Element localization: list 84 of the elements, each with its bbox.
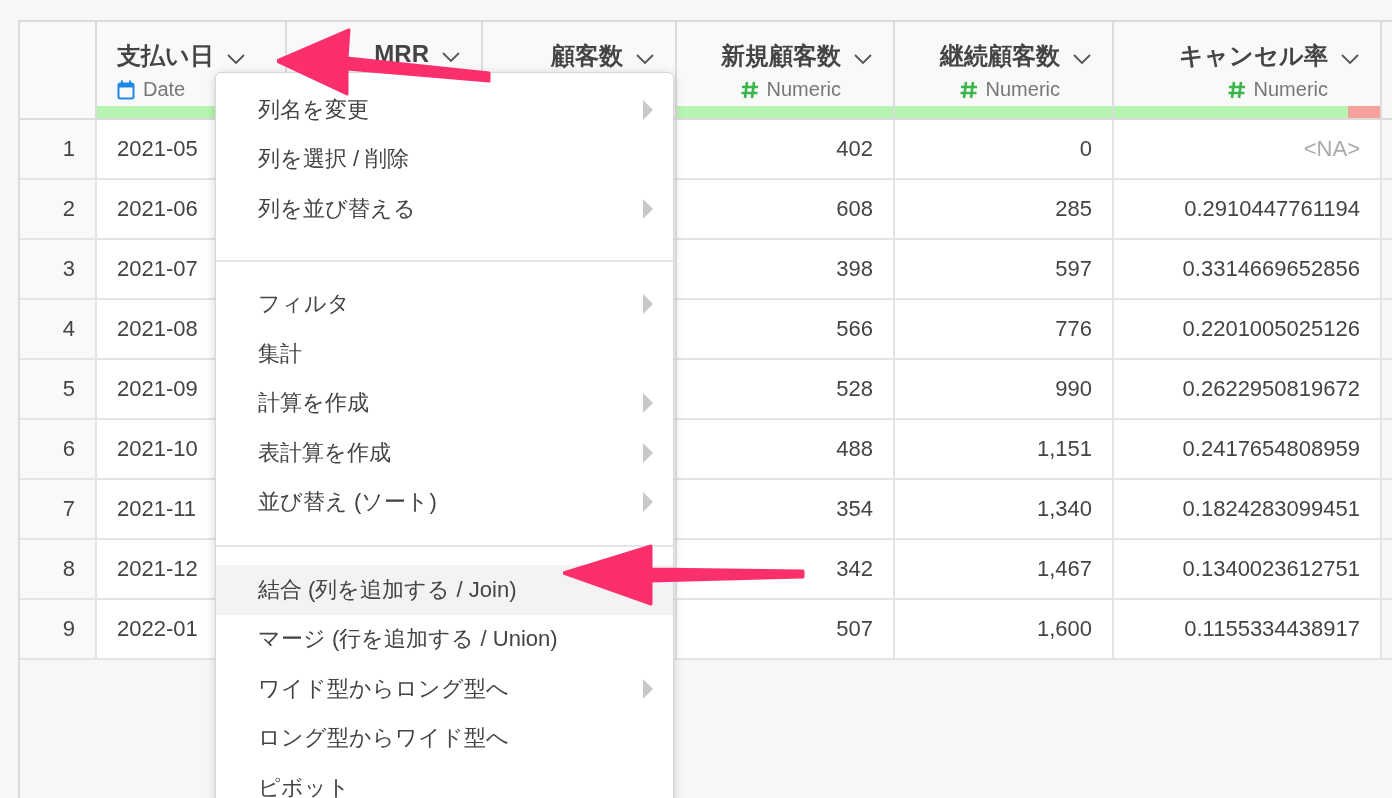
menu-item[interactable]: フィルタ <box>216 279 673 329</box>
table-cell: 2021-10 <box>117 436 198 462</box>
table-cell: 1,600 <box>1036 616 1092 642</box>
menu-item[interactable]: 列名を変更 <box>216 85 673 135</box>
table-cell: 0.1824283099451 <box>1182 496 1360 522</box>
hash-icon <box>740 80 759 99</box>
column-header: キャンセル率 <box>1179 41 1328 71</box>
submenu-arrow-icon <box>643 678 653 699</box>
table-cell: 2021-09 <box>117 376 198 402</box>
row-number: 6 <box>62 436 75 462</box>
row-number: 9 <box>62 616 75 642</box>
table-cell: 566 <box>836 316 873 342</box>
table-cell: 0.2622950819672 <box>1182 376 1360 402</box>
table-cell: 0.3314669652856 <box>1182 256 1360 282</box>
column-header: 新規顧客数 <box>721 41 841 71</box>
table-cell: 597 <box>1055 256 1092 282</box>
menu-item[interactable]: 集計 <box>216 329 673 379</box>
row-number: 1 <box>62 136 75 162</box>
column-header: 支払い日 <box>117 41 214 71</box>
column-type: Numeric <box>1253 78 1328 101</box>
calendar-icon <box>117 79 135 100</box>
menu-item[interactable]: 表計算を作成 <box>216 428 673 478</box>
menu-item[interactable]: ロング型からワイド型へ <box>216 713 673 763</box>
table-cell: 342 <box>836 556 873 582</box>
chevron-down-icon[interactable] <box>1072 53 1092 65</box>
table-cell: 2021-12 <box>117 556 198 582</box>
column-type: Numeric <box>985 78 1060 101</box>
column-header: 継続顧客数 <box>940 41 1060 71</box>
table-cell: 2022-01 <box>117 616 198 642</box>
table-cell: 402 <box>836 136 873 162</box>
column-type: Numeric <box>766 78 841 101</box>
table-cell: 1,151 <box>1036 436 1092 462</box>
table-cell: 1,467 <box>1036 556 1092 582</box>
chevron-down-icon[interactable] <box>226 53 246 65</box>
table-cell: 0 <box>1079 136 1092 162</box>
row-number: 4 <box>62 316 75 342</box>
chevron-down-icon[interactable] <box>853 53 873 65</box>
hash-icon <box>1227 80 1246 99</box>
menu-item[interactable]: ワイド型からロング型へ <box>216 664 673 714</box>
table-cell: 488 <box>836 436 873 462</box>
table-cell: <NA> <box>1303 136 1360 162</box>
table-cell: 0.2201005025126 <box>1182 316 1360 342</box>
menu-item[interactable]: 並び替え (ソート) <box>216 477 673 527</box>
menu-item[interactable]: マージ (行を追加する / Union) <box>216 614 673 664</box>
row-number: 5 <box>62 376 75 402</box>
hash-icon <box>959 80 978 99</box>
table-cell: 2021-11 <box>117 496 197 522</box>
table-cell: 0.1340023612751 <box>1182 556 1360 582</box>
menu-item[interactable]: 列を選択 / 削除 <box>216 134 673 184</box>
table-cell: 608 <box>836 196 873 222</box>
submenu-arrow-icon <box>643 99 653 120</box>
table-cell: 2021-07 <box>117 256 198 282</box>
table-cell: 990 <box>1055 376 1092 402</box>
table-cell: 2021-06 <box>117 196 198 222</box>
table-cell: 1,340 <box>1036 496 1092 522</box>
chevron-down-icon[interactable] <box>441 51 461 63</box>
row-number: 7 <box>62 496 75 522</box>
submenu-arrow-icon <box>643 492 653 513</box>
menu-item[interactable]: 計算を作成 <box>216 378 673 428</box>
table-cell: 0.2417654808959 <box>1182 436 1360 462</box>
submenu-arrow-icon <box>643 294 653 315</box>
submenu-arrow-icon <box>643 442 653 463</box>
table-cell: 0.2910447761194 <box>1184 196 1360 222</box>
menu-item[interactable]: ピボット <box>216 763 673 798</box>
table-cell: 0.1155334438917 <box>1184 616 1360 642</box>
submenu-arrow-icon <box>643 393 653 414</box>
menu-item[interactable]: 列を並び替える <box>216 184 673 234</box>
row-number: 2 <box>62 196 75 222</box>
submenu-arrow-icon <box>643 198 653 219</box>
table-cell: 398 <box>836 256 873 282</box>
table-cell: 507 <box>836 616 873 642</box>
column-header: MRR <box>374 40 429 68</box>
column-header: 顧客数 <box>551 41 623 71</box>
table-cell: 285 <box>1055 196 1092 222</box>
column-type: Date <box>143 78 186 101</box>
row-number: 3 <box>62 256 75 282</box>
table-cell: 776 <box>1055 316 1092 342</box>
row-number: 8 <box>62 556 75 582</box>
table-cell: 354 <box>836 496 873 522</box>
table-cell: 2021-05 <box>117 136 198 162</box>
chevron-down-icon[interactable] <box>635 53 655 65</box>
table-cell: 528 <box>836 376 873 402</box>
chevron-down-icon[interactable] <box>1340 53 1360 65</box>
table-cell: 2021-08 <box>117 316 198 342</box>
